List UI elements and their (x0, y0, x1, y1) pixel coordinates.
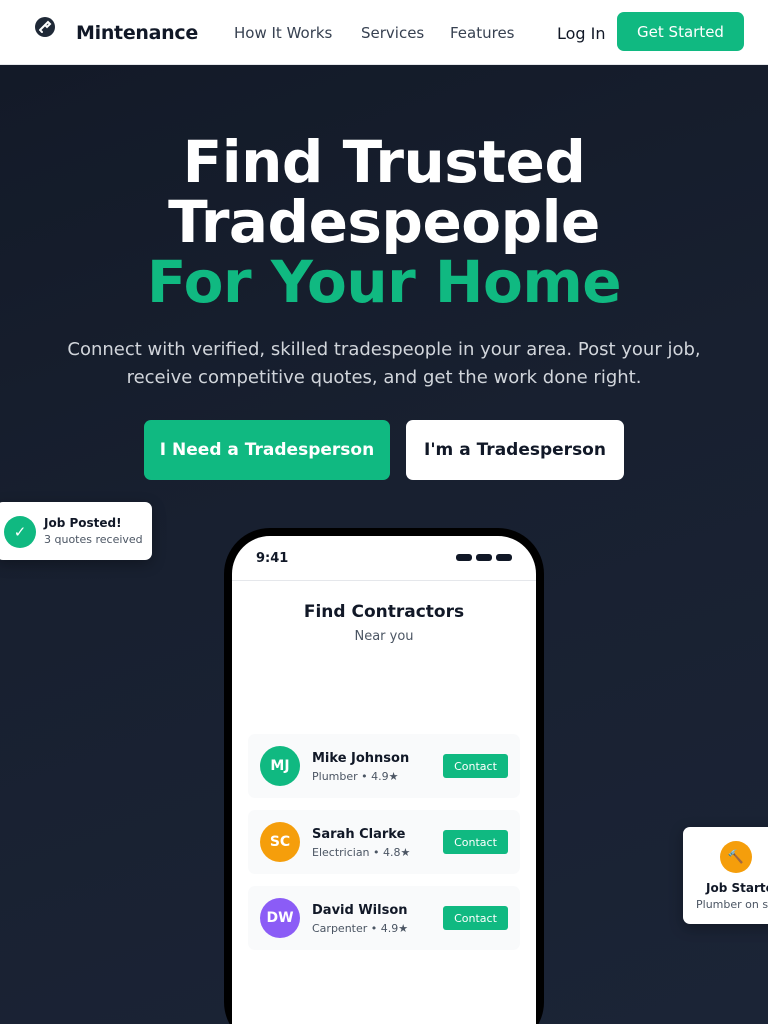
screen-subtitle: Near you (354, 629, 414, 644)
hero-title-line2: Tradespeople (168, 188, 600, 256)
job-posted-title: Job Posted! (44, 516, 122, 530)
job-started-card: 🔨 Job Started Plumber on site (683, 827, 768, 924)
contractor-card[interactable]: SC Sarah Clarke Electrician • 4.8★ Conta… (248, 810, 520, 874)
hero-title-highlight: For Your Home (146, 248, 622, 316)
phone-status-bar: 9:41 (232, 536, 536, 581)
need-tradesperson-button[interactable]: I Need a Tradesperson (144, 420, 390, 480)
contractor-role: Plumber • 4.9★ (312, 770, 399, 783)
status-time: 9:41 (256, 551, 289, 566)
hero-title-line1: Find Trusted (182, 128, 586, 196)
contact-button[interactable]: Contact (443, 830, 508, 854)
job-posted-subtitle: 3 quotes received (44, 533, 143, 546)
contractor-role: Electrician • 4.8★ (312, 846, 411, 859)
contractor-role: Carpenter • 4.9★ (312, 922, 409, 935)
im-tradesperson-button[interactable]: I'm a Tradesperson (406, 420, 624, 480)
hero-subtitle-line1: Connect with verified, skilled tradespeo… (67, 339, 701, 360)
brand-name[interactable]: Mintenance (76, 22, 198, 44)
screen-title: Find Contractors (303, 602, 465, 622)
job-started-subtitle: Plumber on site (696, 898, 768, 911)
avatar: SC (260, 822, 300, 862)
login-link[interactable]: Log In (557, 24, 606, 43)
hero-section: Find Trusted Tradespeople For Your Home … (0, 65, 768, 1024)
nav-services[interactable]: Services (361, 24, 424, 42)
signal-icon (456, 554, 472, 561)
contractor-name: Mike Johnson (312, 751, 410, 766)
check-icon: ✓ (4, 516, 36, 548)
avatar: DW (260, 898, 300, 938)
hammer-icon: 🔨 (720, 841, 752, 873)
contractor-name: Sarah Clarke (312, 827, 406, 842)
hero-subtitle: Connect with verified, skilled tradespeo… (60, 336, 708, 392)
nav-features[interactable]: Features (450, 24, 515, 42)
site-header: Mintenance How It Works Services Feature… (0, 0, 768, 65)
contact-button[interactable]: Contact (443, 906, 508, 930)
wrench-logo-icon[interactable] (34, 16, 56, 38)
get-started-button[interactable]: Get Started (617, 12, 744, 51)
contractor-name: David Wilson (312, 903, 408, 918)
avatar: MJ (260, 746, 300, 786)
contact-button[interactable]: Contact (443, 754, 508, 778)
job-posted-card: ✓ Job Posted! 3 quotes received (0, 502, 152, 560)
job-started-title: Job Started (706, 881, 768, 895)
battery-icon (496, 554, 512, 561)
contractor-card[interactable]: MJ Mike Johnson Plumber • 4.9★ Contact (248, 734, 520, 798)
wifi-icon (476, 554, 492, 561)
phone-screen: 9:41 Find Contractors Near you MJ Mike J… (232, 536, 536, 1024)
contractor-card[interactable]: DW David Wilson Carpenter • 4.9★ Contact (248, 886, 520, 950)
hero-subtitle-line2: receive competitive quotes, and get the … (126, 367, 642, 388)
nav-how-it-works[interactable]: How It Works (234, 24, 332, 42)
